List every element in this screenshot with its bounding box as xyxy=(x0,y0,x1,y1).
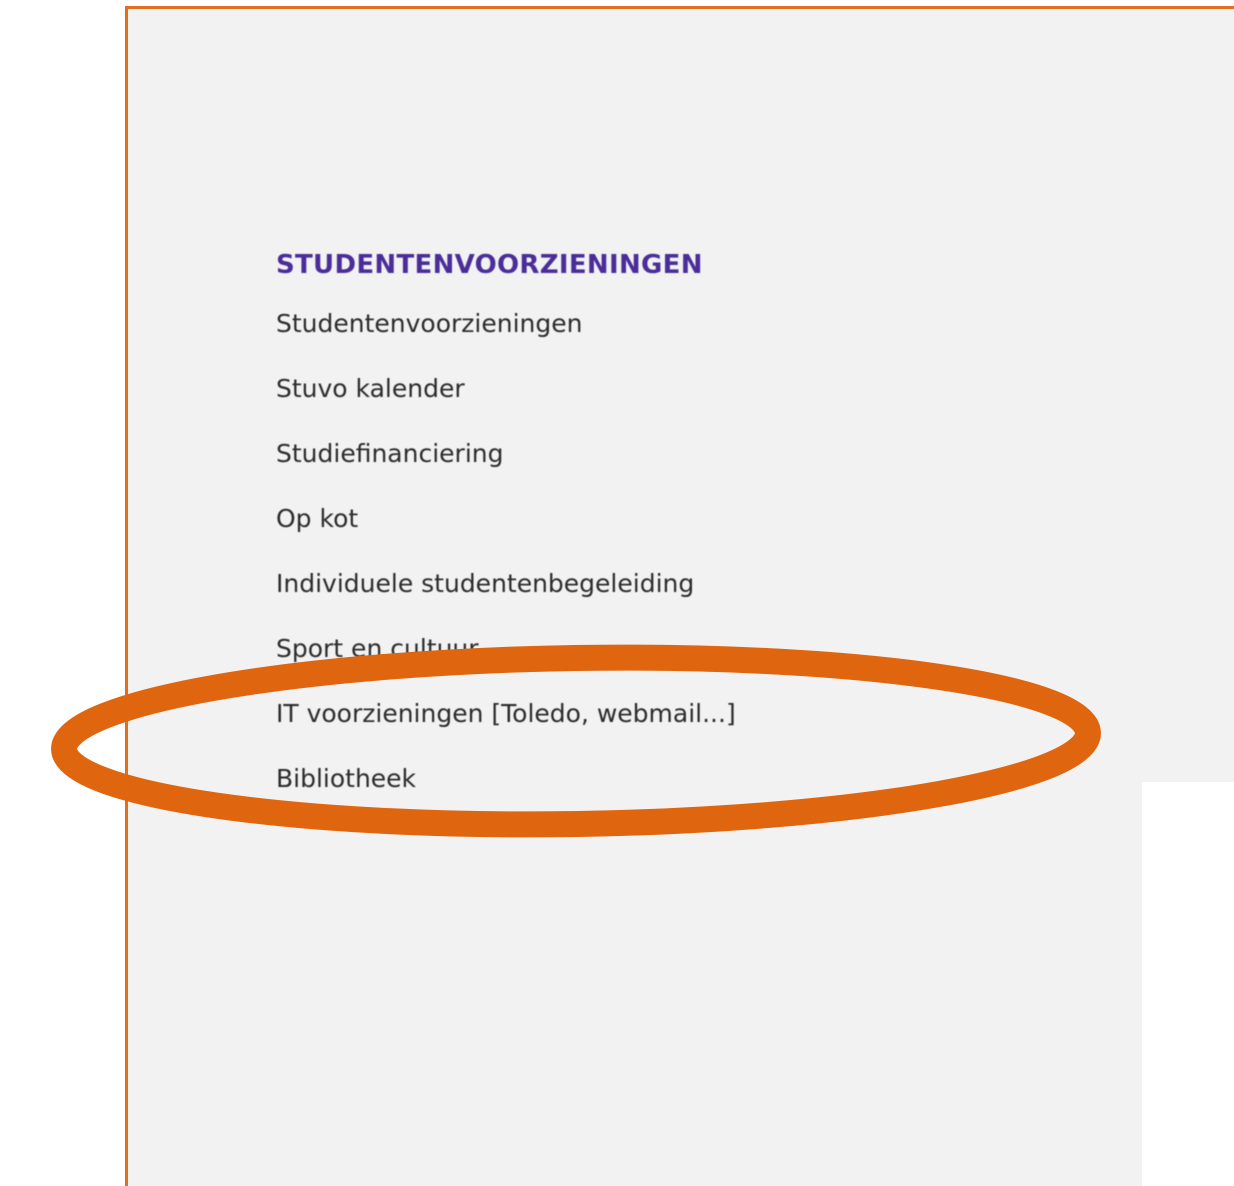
menu-item-op-kot[interactable]: Op kot xyxy=(276,486,736,551)
studentenvoorzieningen-menu: STUDENTENVOORZIENINGEN Studentenvoorzien… xyxy=(276,241,736,811)
menu-item-individuele-studentenbegeleiding[interactable]: Individuele studentenbegeleiding xyxy=(276,551,736,616)
menu-item-sport-en-cultuur[interactable]: Sport en cultuur xyxy=(276,616,736,681)
white-corner-area xyxy=(1142,782,1234,1186)
menu-item-studiefinanciering[interactable]: Studiefinanciering xyxy=(276,421,736,486)
screenshot-frame: STUDENTENVOORZIENINGEN Studentenvoorzien… xyxy=(125,6,1234,1186)
menu-item-stuvo-kalender[interactable]: Stuvo kalender xyxy=(276,356,736,421)
menu-item-studentenvoorzieningen[interactable]: Studentenvoorzieningen xyxy=(276,291,736,356)
menu-title: STUDENTENVOORZIENINGEN xyxy=(276,250,703,280)
menu-item-bibliotheek[interactable]: Bibliotheek xyxy=(276,746,736,811)
menu-item-it-voorzieningen[interactable]: IT voorzieningen [Toledo, webmail...] xyxy=(276,681,736,746)
menu-list: Studentenvoorzieningen Stuvo kalender St… xyxy=(276,291,736,811)
